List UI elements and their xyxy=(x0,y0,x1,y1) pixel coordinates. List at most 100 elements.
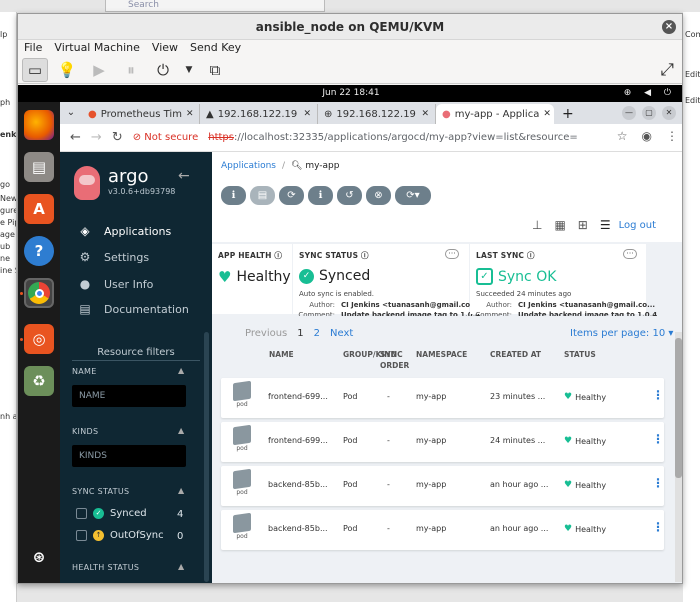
chevron-up-icon[interactable]: ▲ xyxy=(178,426,184,435)
kinds-filter-input[interactable]: KINDS xyxy=(72,445,186,467)
logout-link[interactable]: Log out xyxy=(619,220,656,231)
new-tab-button[interactable]: + xyxy=(554,104,582,124)
tab-my-app[interactable]: ● my-app - Applica ✕ xyxy=(436,104,554,124)
main-scrollbar[interactable] xyxy=(675,332,682,582)
profile-icon[interactable]: ◉ xyxy=(642,129,652,143)
table-row[interactable]: pod backend-85b... Pod - my-app an hour … xyxy=(221,510,664,550)
chevron-up-icon[interactable]: ▲ xyxy=(178,366,184,375)
table-row[interactable]: pod frontend-699... Pod - my-app 24 minu… xyxy=(221,422,664,462)
row-sync-order: - xyxy=(387,436,390,445)
reload-icon[interactable]: ↻ xyxy=(112,130,123,145)
network-view-icon[interactable]: ⊞ xyxy=(578,218,588,232)
host-search-field[interactable]: Search xyxy=(105,0,325,12)
menu-icon[interactable]: ⋮ xyxy=(666,129,678,143)
page-2[interactable]: 2 xyxy=(314,328,320,339)
close-icon[interactable]: ✕ xyxy=(543,109,554,119)
ubuntu-icon[interactable]: ◎ xyxy=(24,324,54,354)
row-menu-icon[interactable]: ⋮ xyxy=(652,476,664,490)
list-view-icon[interactable]: ☰ xyxy=(600,218,611,232)
arrow-left-icon[interactable]: ← xyxy=(178,168,190,184)
files-icon[interactable]: ▤ xyxy=(24,152,54,182)
not-secure-badge[interactable]: ⊘ Not secure xyxy=(133,132,199,143)
trash-icon[interactable]: ♻ xyxy=(24,366,54,396)
back-icon[interactable]: ← xyxy=(70,130,81,145)
nav-settings[interactable]: ⚙ Settings xyxy=(78,250,150,264)
nav-documentation[interactable]: ▤ Documentation xyxy=(78,302,188,316)
chrome-icon[interactable] xyxy=(24,278,54,308)
tree-view-icon[interactable]: ⊥ xyxy=(532,218,542,232)
items-per-page-select[interactable]: Items per page: 10 ▾ xyxy=(570,328,673,339)
firefox-icon[interactable] xyxy=(24,110,54,140)
row-menu-icon[interactable]: ⋮ xyxy=(652,432,664,446)
power-icon[interactable]: ⏻ xyxy=(150,58,176,82)
view-switcher: ⊥ ▦ ⊞ ☰ Log out xyxy=(532,218,656,232)
nav-label: User Info xyxy=(104,277,154,291)
more-icon[interactable]: ··· xyxy=(445,249,459,259)
table-row[interactable]: pod backend-85b... Pod - my-app an hour … xyxy=(221,466,664,506)
pause-icon[interactable]: ⏸ xyxy=(118,58,144,82)
snapshot-icon[interactable]: ⧉ xyxy=(202,58,228,82)
tab-192-2[interactable]: ⊕ 192.168.122.19 ✕ xyxy=(318,104,436,124)
sidebar-scrollbar[interactable] xyxy=(204,332,209,582)
filter-synced[interactable]: ✓ Synced xyxy=(76,508,147,519)
delete-button[interactable]: ⊗ xyxy=(366,186,391,205)
qemu-titlebar[interactable]: ansible_node on QEMU/KVM × xyxy=(18,14,682,40)
next-page-button[interactable]: Next xyxy=(330,328,353,339)
chevron-up-icon[interactable]: ▲ xyxy=(178,562,184,571)
minimize-icon[interactable]: — xyxy=(622,106,636,120)
bookmark-icon[interactable]: ☆ xyxy=(617,129,628,143)
menu-view[interactable]: View xyxy=(152,40,178,56)
close-icon[interactable]: × xyxy=(662,20,676,34)
forward-icon[interactable]: → xyxy=(91,130,102,145)
previous-page-button[interactable]: Previous xyxy=(245,328,287,339)
close-icon[interactable]: ✕ xyxy=(186,109,199,119)
checkbox[interactable] xyxy=(76,530,87,541)
menu-file[interactable]: File xyxy=(24,40,42,56)
more-icon[interactable]: ··· xyxy=(623,249,637,259)
row-status: ♥ Healthy xyxy=(564,524,607,534)
maximize-icon[interactable]: ▢ xyxy=(642,106,656,120)
table-row[interactable]: pod frontend-699... Pod - my-app 23 minu… xyxy=(221,378,664,418)
name-filter-input[interactable]: NAME xyxy=(72,385,186,407)
history-button[interactable]: ↺ xyxy=(337,186,362,205)
sync-status-button[interactable]: ℹ xyxy=(308,186,333,205)
row-menu-icon[interactable]: ⋮ xyxy=(652,388,664,402)
close-icon[interactable]: ✕ xyxy=(421,109,435,119)
page-1[interactable]: 1 xyxy=(297,328,303,339)
help-icon[interactable]: ? xyxy=(24,236,54,266)
sync-button[interactable]: ⟳ xyxy=(279,186,304,205)
row-menu-icon[interactable]: ⋮ xyxy=(652,520,664,534)
apps-grid-icon[interactable]: ⊛ xyxy=(24,542,54,572)
fullscreen-icon[interactable]: ⤢ xyxy=(660,60,674,80)
close-icon[interactable]: ✕ xyxy=(303,109,317,119)
close-icon[interactable]: ✕ xyxy=(662,106,676,120)
play-icon[interactable]: ▶ xyxy=(86,58,112,82)
chevron-down-icon[interactable]: ▼ xyxy=(182,58,196,82)
monitor-icon[interactable]: ▭ xyxy=(22,57,48,82)
tab-192-1[interactable]: ▲ 192.168.122.19 ✕ xyxy=(200,104,318,124)
sync-status-value: ✓ Synced xyxy=(299,268,370,284)
nav-user-info[interactable]: ● User Info xyxy=(78,277,154,291)
breadcrumb-applications[interactable]: Applications xyxy=(221,161,276,171)
argo-logo-icon[interactable] xyxy=(74,166,100,200)
details-button[interactable]: ℹ xyxy=(221,186,246,205)
lightbulb-icon[interactable]: 💡 xyxy=(54,58,80,82)
pods-view-icon[interactable]: ▦ xyxy=(554,218,565,232)
app-center-icon[interactable]: A xyxy=(24,194,54,224)
nav-applications[interactable]: ◈ Applications xyxy=(78,224,171,238)
menu-virtual-machine[interactable]: Virtual Machine xyxy=(54,40,140,56)
filter-outofsync[interactable]: ↑ OutOfSync xyxy=(76,530,164,541)
breadcrumb-app[interactable]: my-app xyxy=(305,161,339,171)
tab-label: my-app - Applica xyxy=(454,108,540,120)
search-icon: 🔍︎ xyxy=(291,161,303,171)
tab-search-icon[interactable]: ⌄ xyxy=(60,102,82,124)
url-field[interactable]: https://localhost:32335/applications/arg… xyxy=(208,132,578,143)
checkbox[interactable] xyxy=(76,508,87,519)
refresh-dropdown-button[interactable]: ⟳▾ xyxy=(395,186,431,205)
chevron-up-icon[interactable]: ▲ xyxy=(178,486,184,495)
tab-prometheus[interactable]: ● Prometheus Tim ✕ xyxy=(82,104,200,124)
clock[interactable]: Jun 22 18:41 xyxy=(322,88,379,98)
menu-send-key[interactable]: Send Key xyxy=(190,40,241,56)
system-tray[interactable]: ⊕ ◀ ⏻ xyxy=(624,85,676,102)
diff-button[interactable]: ▤ xyxy=(250,186,275,205)
